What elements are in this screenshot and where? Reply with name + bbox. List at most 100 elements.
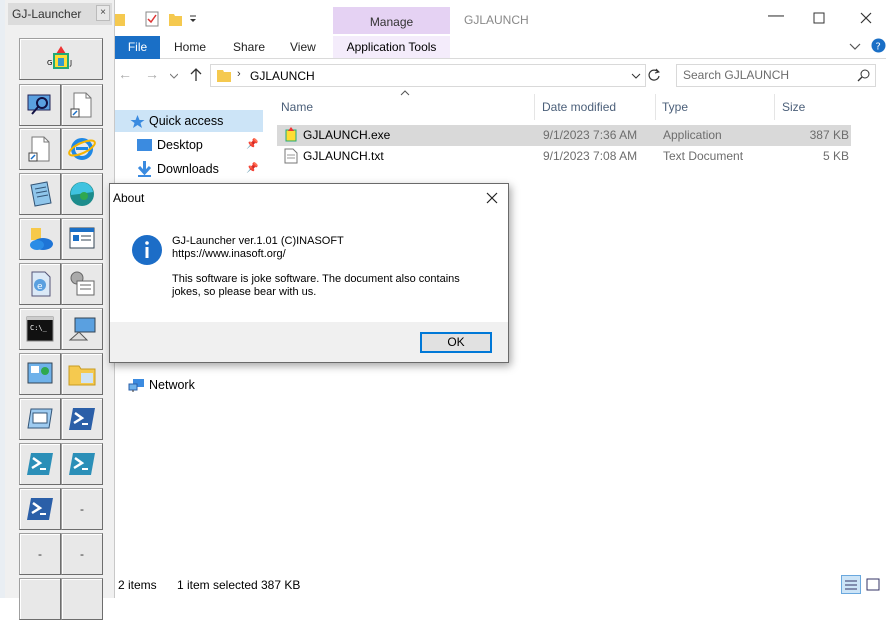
close-button[interactable] <box>860 12 872 24</box>
dialog-message-line-2: jokes, so please bear with us. <box>172 286 317 298</box>
help-icon[interactable]: ? <box>871 38 886 53</box>
file-size: 5 KB <box>822 149 849 163</box>
empty-slot-label: - <box>38 547 42 561</box>
manage-tab-label: Manage <box>369 15 414 29</box>
launcher-button-cmd[interactable]: C:\_ <box>19 308 61 350</box>
folder-icon <box>68 365 96 386</box>
tab-home[interactable]: Home <box>174 40 206 54</box>
powershell-icon <box>69 408 95 430</box>
launcher-button-folder[interactable] <box>61 353 103 395</box>
svg-text:e: e <box>37 282 43 292</box>
launcher-button-document-2[interactable] <box>19 128 61 170</box>
launcher-button-notepad[interactable] <box>19 173 61 215</box>
column-header-type[interactable]: Type <box>662 100 688 114</box>
launcher-button-onedrive[interactable] <box>19 218 61 260</box>
nav-downloads-label: Downloads <box>157 162 219 176</box>
recent-locations-icon[interactable] <box>170 72 178 80</box>
launcher-button-partial-2[interactable] <box>61 578 103 620</box>
nav-downloads[interactable]: Downloads 📌 <box>115 158 263 180</box>
minimize-button[interactable]: — <box>768 7 784 25</box>
launcher-button-ie[interactable] <box>61 128 103 170</box>
details-view-icon[interactable] <box>841 575 861 594</box>
launcher-titlebar[interactable]: GJ-Launcher × <box>8 3 112 25</box>
pin-icon: 📌 <box>246 139 259 150</box>
nav-quick-access-label: Quick access <box>149 114 224 128</box>
ok-button[interactable]: OK <box>420 332 492 353</box>
launcher-button-powershell-2[interactable] <box>19 443 61 485</box>
launcher-button-powershell-1[interactable] <box>61 398 103 440</box>
maximize-button[interactable] <box>813 12 825 24</box>
launcher-button-empty-2[interactable]: - <box>19 533 61 575</box>
dialog-button-area: OK <box>110 322 508 362</box>
magnifier-monitor-icon <box>27 94 51 115</box>
tab-file[interactable]: File <box>115 36 160 59</box>
column-header-size[interactable]: Size <box>782 100 805 114</box>
folder-icon[interactable] <box>115 12 125 26</box>
launcher-button-remote-desktop[interactable] <box>61 308 103 350</box>
table-row[interactable]: GJLAUNCH.txt 9/1/2023 7:08 AM Text Docum… <box>277 146 851 167</box>
column-divider[interactable] <box>534 94 535 120</box>
text-file-icon <box>284 148 298 164</box>
up-arrow-icon[interactable] <box>190 68 202 82</box>
status-selected: 1 item selected <box>177 578 258 592</box>
svg-text:J: J <box>69 59 72 67</box>
large-icons-view-icon[interactable] <box>865 575 883 594</box>
launcher-close-button[interactable]: × <box>96 5 110 21</box>
forward-button[interactable]: → <box>145 66 159 82</box>
about-dialog-titlebar[interactable]: About <box>110 184 508 212</box>
file-date: 9/1/2023 7:36 AM <box>543 128 638 142</box>
properties-icon[interactable] <box>145 11 160 27</box>
column-header-name[interactable]: Name <box>281 100 313 114</box>
launcher-button-empty-1[interactable]: - <box>61 488 103 530</box>
launcher-button-window[interactable] <box>19 398 61 440</box>
column-divider[interactable] <box>655 94 656 120</box>
launcher-button-powershell-4[interactable] <box>19 488 61 530</box>
address-bar[interactable]: › GJLAUNCH <box>210 64 646 87</box>
launcher-button-document[interactable] <box>61 84 103 126</box>
launcher-logo-button[interactable]: G J <box>19 38 103 80</box>
launcher-button-sysinfo[interactable] <box>61 218 103 260</box>
file-name: GJLAUNCH.txt <box>303 149 384 163</box>
explorer-titlebar[interactable]: Manage GJLAUNCH — <box>115 0 886 36</box>
refresh-icon[interactable] <box>647 68 661 82</box>
svg-text:C:\_: C:\_ <box>30 324 48 332</box>
close-icon[interactable] <box>486 192 498 204</box>
pin-icon: 📌 <box>246 163 259 174</box>
nav-desktop[interactable]: Desktop 📌 <box>115 134 263 156</box>
launcher-button-registry[interactable]: e <box>19 263 61 305</box>
back-button[interactable]: ← <box>118 66 132 82</box>
tab-view[interactable]: View <box>290 40 316 54</box>
column-header-date[interactable]: Date modified <box>542 100 616 114</box>
table-row-selected[interactable]: GJLAUNCH.exe 9/1/2023 7:36 AM Applicatio… <box>277 125 851 146</box>
launcher-button-powershell-3[interactable] <box>61 443 103 485</box>
launcher-button-magnifier[interactable] <box>19 84 61 126</box>
customize-toolbar-icon[interactable] <box>188 14 198 24</box>
column-divider[interactable] <box>774 94 775 120</box>
system-info-icon <box>69 227 95 249</box>
edge-icon <box>70 182 94 206</box>
file-size: 387 KB <box>809 128 849 142</box>
empty-slot-label: - <box>80 502 84 516</box>
search-input[interactable]: Search GJLAUNCH <box>676 64 876 87</box>
launcher-title: GJ-Launcher <box>12 7 82 21</box>
nav-network[interactable]: Network <box>115 374 263 396</box>
desktop-icon <box>137 139 152 151</box>
tab-share[interactable]: Share <box>233 40 265 54</box>
expand-ribbon-icon[interactable] <box>849 42 861 52</box>
nav-quick-access[interactable]: Quick access <box>115 110 263 132</box>
address-history-icon[interactable] <box>631 73 641 81</box>
new-folder-icon[interactable] <box>168 11 183 27</box>
launcher-button-control-panel[interactable] <box>19 353 61 395</box>
powershell-icon <box>69 453 95 475</box>
svg-text:?: ? <box>876 42 881 53</box>
launcher-button-partial-1[interactable] <box>19 578 61 620</box>
gj-launcher-window: GJ-Launcher × G J e C:\_ - - - <box>5 0 115 620</box>
dialog-app-version: GJ-Launcher ver.1.01 (C)INASOFT <box>172 235 344 247</box>
remote-desktop-icon <box>68 317 96 341</box>
tab-manage-context[interactable]: Manage <box>333 7 450 34</box>
launcher-button-settings-list[interactable] <box>61 263 103 305</box>
launcher-button-edge[interactable] <box>61 173 103 215</box>
launcher-button-empty-3[interactable]: - <box>61 533 103 575</box>
tab-application-tools[interactable]: Application Tools <box>333 36 450 59</box>
address-path[interactable]: GJLAUNCH <box>250 69 315 83</box>
